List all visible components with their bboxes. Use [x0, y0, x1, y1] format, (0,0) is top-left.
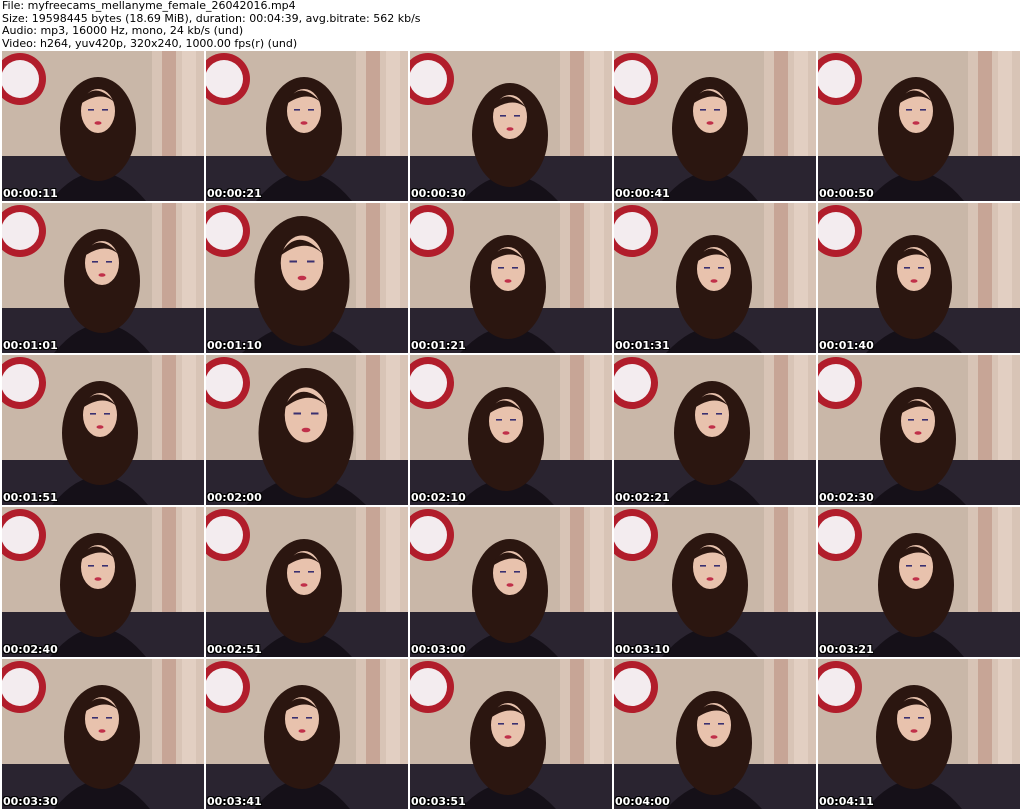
timestamp-label: 00:00:21	[207, 187, 262, 200]
thumbnail-grid: 00:00:11 00:00:21 00:00:30 00:00:41 00:0…	[2, 51, 1022, 811]
thumbnail-frame: 00:01:40	[818, 203, 1020, 353]
video-frame-image	[410, 659, 612, 809]
video-frame-image	[818, 507, 1020, 657]
thumbnail-frame: 00:03:00	[410, 507, 612, 657]
audio-info-line: Audio: mp3, 16000 Hz, mono, 24 kb/s (und…	[2, 24, 244, 37]
thumbnail-frame: 00:02:21	[614, 355, 816, 505]
video-frame-image	[410, 507, 612, 657]
timestamp-label: 00:04:11	[819, 795, 874, 808]
video-frame-image	[2, 659, 204, 809]
timestamp-label: 00:02:30	[819, 491, 874, 504]
timestamp-label: 00:04:00	[615, 795, 670, 808]
video-frame-image	[818, 51, 1020, 201]
timestamp-label: 00:03:30	[3, 795, 58, 808]
video-frame-image	[2, 507, 204, 657]
video-frame-image	[2, 355, 204, 505]
thumbnail-frame: 00:01:01	[2, 203, 204, 353]
video-frame-image	[614, 507, 816, 657]
thumbnail-frame: 00:04:11	[818, 659, 1020, 809]
video-frame-image	[818, 659, 1020, 809]
thumbnail-frame: 00:04:00	[614, 659, 816, 809]
timestamp-label: 00:02:40	[3, 643, 58, 656]
timestamp-label: 00:01:01	[3, 339, 58, 352]
timestamp-label: 00:00:30	[411, 187, 466, 200]
video-frame-image	[2, 203, 204, 353]
thumbnail-frame: 00:00:41	[614, 51, 816, 201]
thumbnail-frame: 00:02:30	[818, 355, 1020, 505]
video-frame-image	[206, 51, 408, 201]
thumbnail-frame: 00:03:41	[206, 659, 408, 809]
video-frame-image	[818, 203, 1020, 353]
thumbnail-frame: 00:01:10	[206, 203, 408, 353]
timestamp-label: 00:03:51	[411, 795, 466, 808]
video-frame-image	[614, 51, 816, 201]
timestamp-label: 00:03:10	[615, 643, 670, 656]
timestamp-label: 00:01:21	[411, 339, 466, 352]
timestamp-label: 00:03:00	[411, 643, 466, 656]
timestamp-label: 00:02:10	[411, 491, 466, 504]
timestamp-label: 00:00:50	[819, 187, 874, 200]
thumbnail-frame: 00:03:21	[818, 507, 1020, 657]
thumbnail-frame: 00:00:50	[818, 51, 1020, 201]
timestamp-label: 00:02:51	[207, 643, 262, 656]
video-frame-image	[206, 659, 408, 809]
timestamp-label: 00:01:51	[3, 491, 58, 504]
video-frame-image	[206, 355, 408, 505]
timestamp-label: 00:00:41	[615, 187, 670, 200]
timestamp-label: 00:02:21	[615, 491, 670, 504]
thumbnail-frame: 00:02:51	[206, 507, 408, 657]
thumbnail-frame: 00:01:31	[614, 203, 816, 353]
file-info-header: File: myfreecams_mellanyme_female_260420…	[2, 0, 1022, 50]
video-frame-image	[410, 203, 612, 353]
timestamp-label: 00:02:00	[207, 491, 262, 504]
thumbnail-frame: 00:02:00	[206, 355, 408, 505]
thumbnail-frame: 00:01:51	[2, 355, 204, 505]
timestamp-label: 00:00:11	[3, 187, 58, 200]
timestamp-label: 00:01:40	[819, 339, 874, 352]
thumbnail-frame: 00:00:11	[2, 51, 204, 201]
video-frame-image	[2, 51, 204, 201]
thumbnail-frame: 00:02:40	[2, 507, 204, 657]
video-frame-image	[206, 203, 408, 353]
thumbnail-frame: 00:00:30	[410, 51, 612, 201]
video-frame-image	[818, 355, 1020, 505]
video-info-line: Video: h264, yuv420p, 320x240, 1000.00 f…	[2, 36, 298, 50]
timestamp-label: 00:03:41	[207, 795, 262, 808]
timestamp-label: 00:01:31	[615, 339, 670, 352]
thumbnail-frame: 00:01:21	[410, 203, 612, 353]
thumbnail-frame: 00:03:30	[2, 659, 204, 809]
video-frame-image	[410, 355, 612, 505]
video-frame-image	[410, 51, 612, 201]
video-frame-image	[614, 203, 816, 353]
video-frame-image	[206, 507, 408, 657]
thumbnail-frame: 00:03:51	[410, 659, 612, 809]
timestamp-label: 00:03:21	[819, 643, 874, 656]
timestamp-label: 00:01:10	[207, 339, 262, 352]
thumbnail-frame: 00:03:10	[614, 507, 816, 657]
thumbnail-frame: 00:00:21	[206, 51, 408, 201]
video-frame-image	[614, 659, 816, 809]
thumbnail-frame: 00:02:10	[410, 355, 612, 505]
file-name-line: File: myfreecams_mellanyme_female_260420…	[2, 0, 296, 12]
video-frame-image	[614, 355, 816, 505]
